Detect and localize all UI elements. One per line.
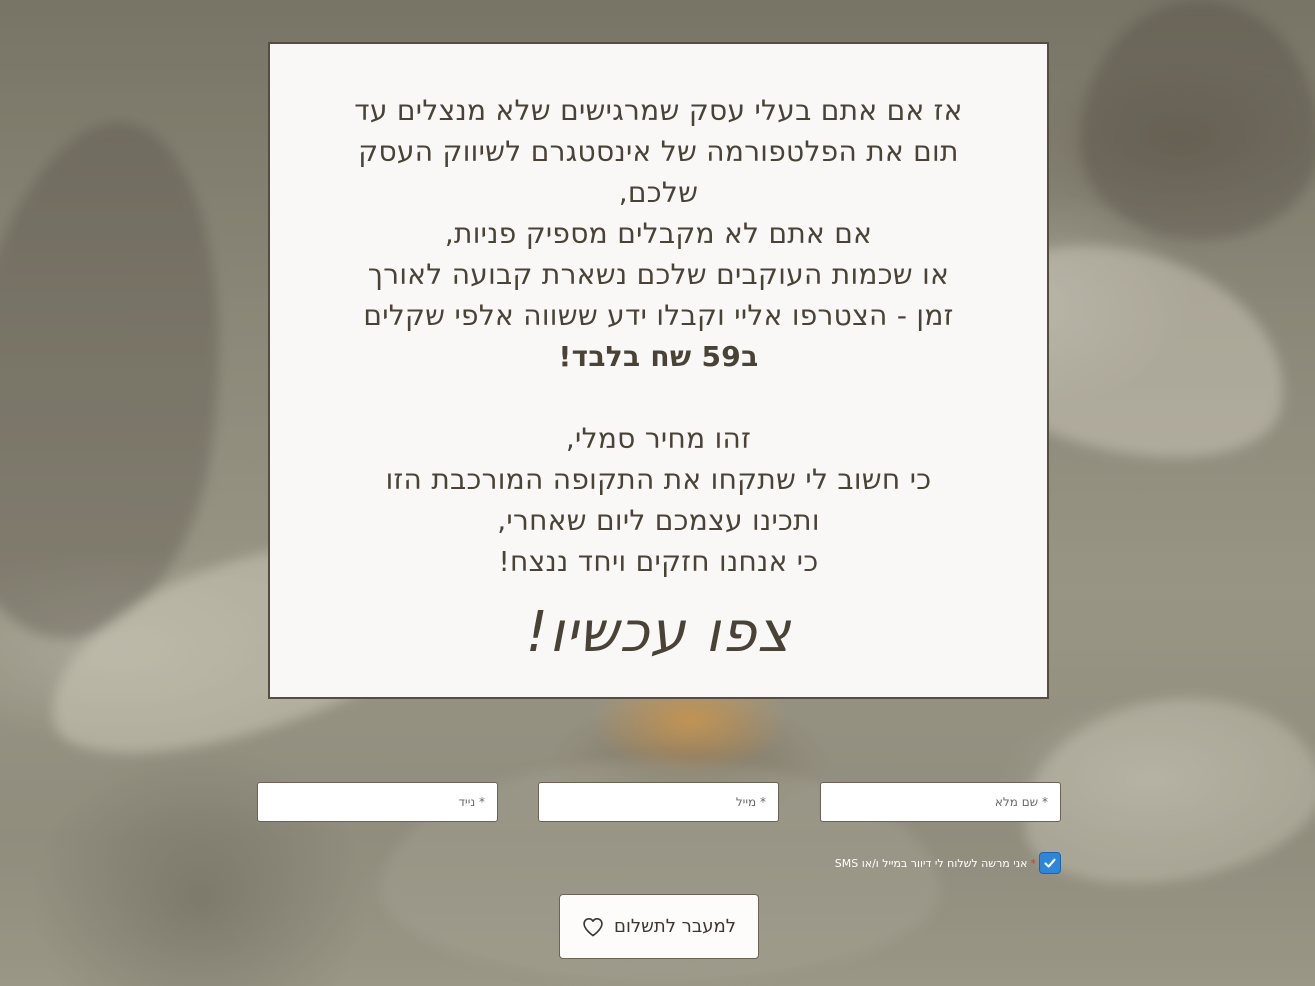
offer-line: תום את הפלטפורמה של אינסטגרם לשיווק העסק (358, 135, 959, 168)
consent-row: * אני מרשה לשלוח לי דיוור במייל ו/או SMS (835, 852, 1061, 874)
phone-input[interactable] (258, 783, 497, 821)
payment-button-label: למעבר לתשלום (614, 916, 736, 937)
offer-card: אז אם אתם בעלי עסק שמרגישים שלא מנצלים ע… (268, 42, 1049, 699)
closing-line: כי חשוב לי שתקחו את התקופה המורכבת הזו (385, 463, 932, 496)
full-name-input[interactable] (821, 783, 1060, 821)
closing-line: כי אנחנו חזקים ויחד ננצח! (498, 545, 819, 578)
offer-line: שלכם, (618, 176, 699, 209)
consent-label: אני מרשה לשלוח לי דיוור במייל ו/או SMS (834, 856, 1028, 870)
checkmark-icon (1044, 858, 1056, 868)
phone-field-wrapper (257, 782, 498, 822)
offer-price: ב59 שח בלבד! (558, 340, 759, 373)
closing-line: ותכינו עצמכם ליום שאחרי, (497, 504, 820, 537)
cta-heading: צפו עכשיו! (525, 600, 792, 665)
full-name-field-wrapper (820, 782, 1061, 822)
offer-line: אם אתם לא מקבלים מספיק פניות, (444, 217, 873, 250)
offer-line: אז אם אתם בעלי עסק שמרגישים שלא מנצלים ע… (354, 94, 963, 127)
heart-icon (582, 917, 604, 937)
consent-checkbox[interactable] (1039, 852, 1061, 874)
closing-line: זהו מחיר סמלי, (565, 422, 752, 455)
payment-button[interactable]: למעבר לתשלום (559, 894, 759, 959)
email-field-wrapper (538, 782, 779, 822)
required-mark: * (1030, 856, 1037, 870)
offer-line: זמן - הצטרפו אליי וקבלו ידע ששווה אלפי ש… (363, 299, 954, 332)
email-input[interactable] (539, 783, 778, 821)
signup-form (257, 782, 1061, 822)
offer-line: או שכמות העוקבים שלכם נשארת קבועה לאורך (367, 258, 950, 291)
